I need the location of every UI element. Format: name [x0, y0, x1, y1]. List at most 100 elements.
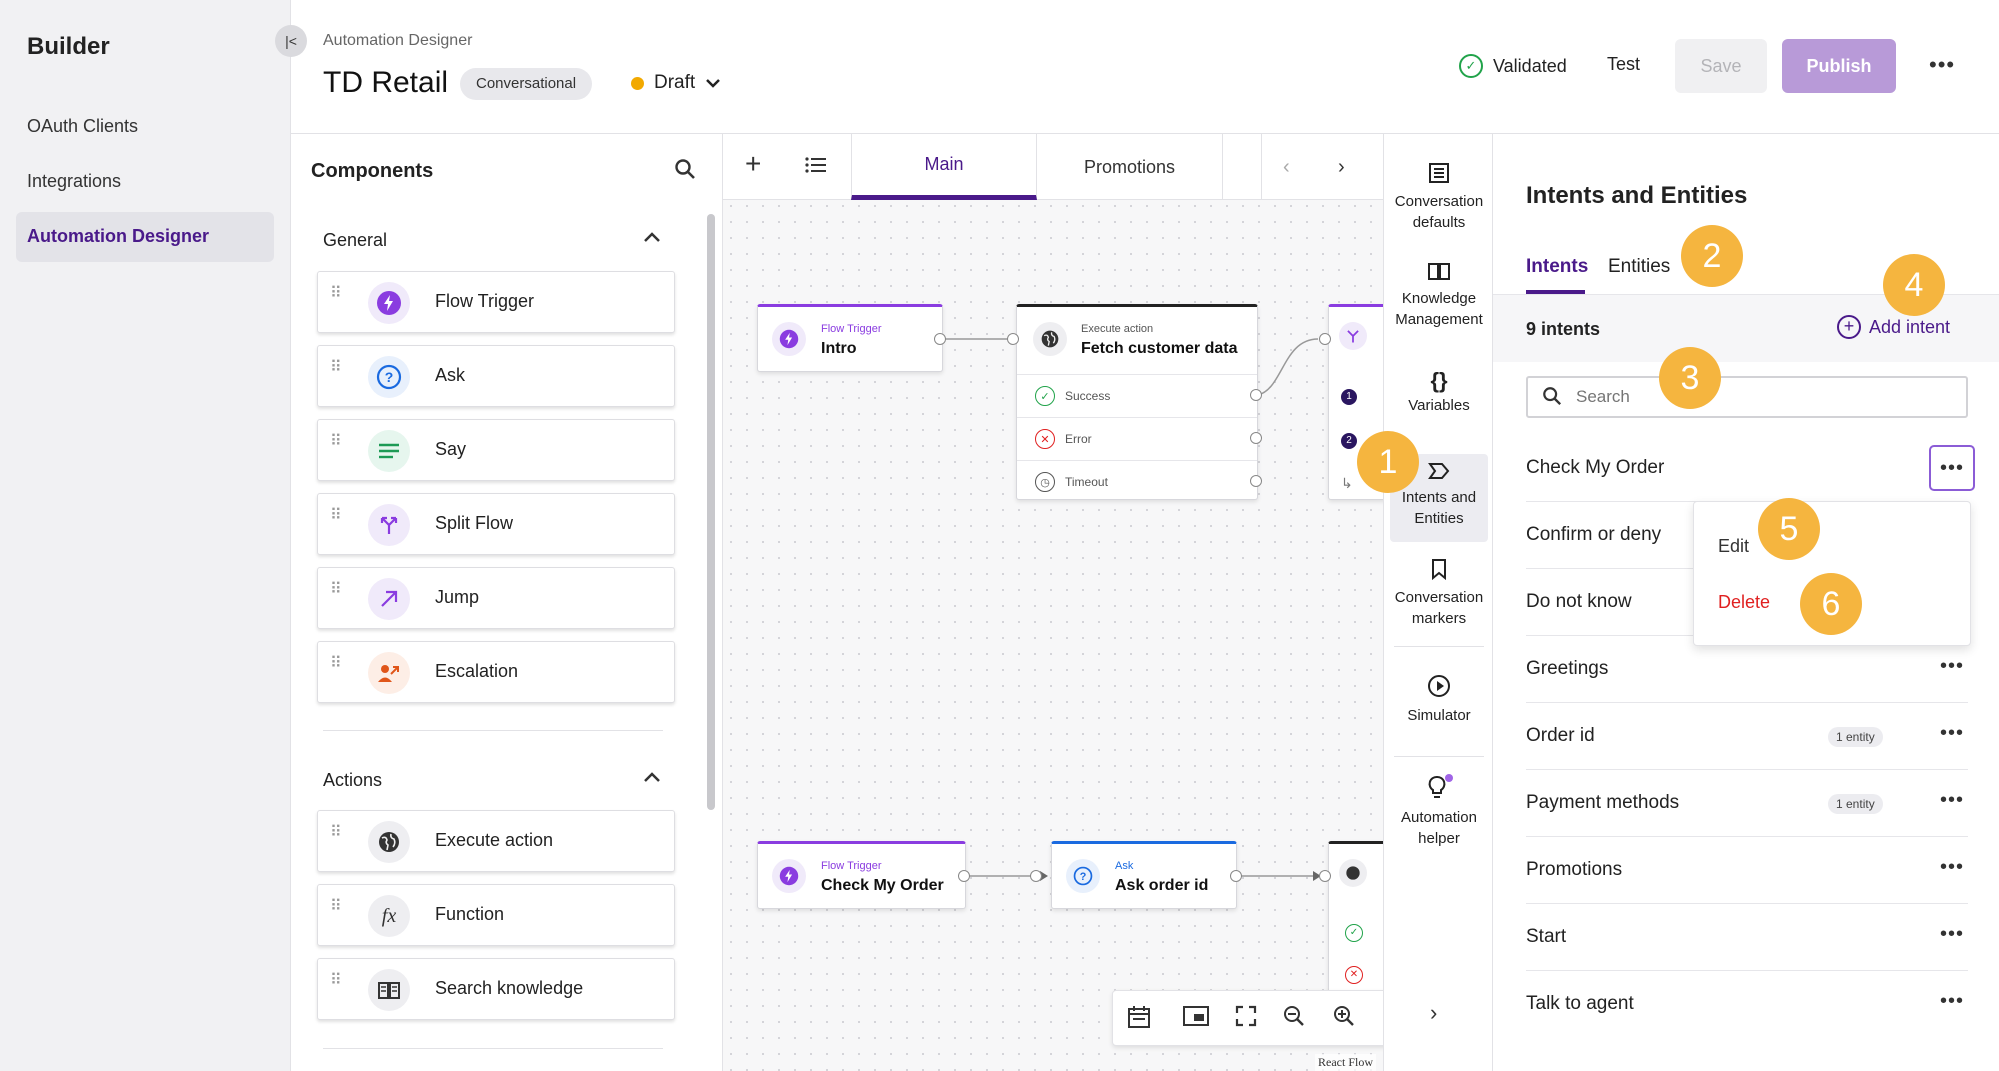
- intent-row[interactable]: Check My Order •••: [1526, 435, 1975, 502]
- rail-simulator[interactable]: Simulator: [1390, 674, 1488, 726]
- component-escalation[interactable]: ⠿ Escalation: [317, 641, 675, 703]
- flow-canvas[interactable]: + Main Promotions ‹ › Flow Trigger Intro…: [723, 134, 1383, 1071]
- component-ask[interactable]: ⠿ ? Ask: [317, 345, 675, 407]
- node-fetch-customer-data[interactable]: Execute action Fetch customer data ✓ Suc…: [1016, 304, 1258, 500]
- save-button[interactable]: Save: [1675, 39, 1767, 93]
- intent-more-button[interactable]: •••: [1929, 445, 1975, 491]
- drag-handle-icon[interactable]: ⠿: [330, 582, 344, 598]
- intent-row[interactable]: Payment methods 1 entity •••: [1526, 770, 1968, 837]
- drag-handle-icon[interactable]: ⠿: [330, 825, 344, 841]
- output-port[interactable]: [1250, 389, 1262, 401]
- more-options-button[interactable]: •••: [1929, 52, 1955, 78]
- intent-more-button[interactable]: •••: [1940, 789, 1964, 812]
- minimap-icon[interactable]: [1183, 1005, 1209, 1033]
- intent-more-button[interactable]: •••: [1940, 856, 1964, 879]
- component-label: Search knowledge: [435, 978, 584, 998]
- components-scrollbar[interactable]: [707, 214, 715, 810]
- input-port[interactable]: [1007, 333, 1019, 345]
- intent-more-button[interactable]: •••: [1940, 655, 1964, 678]
- publish-button[interactable]: Publish: [1782, 39, 1896, 93]
- type-chip: Conversational: [460, 68, 593, 100]
- input-port[interactable]: [1319, 870, 1331, 882]
- drag-handle-icon[interactable]: ⠿: [330, 434, 344, 450]
- react-flow-attribution[interactable]: React Flow: [1315, 1054, 1376, 1071]
- intent-row[interactable]: Promotions •••: [1526, 837, 1968, 904]
- section-actions[interactable]: Actions: [323, 770, 382, 791]
- input-port[interactable]: [1030, 870, 1042, 882]
- node-ask-order-id[interactable]: ? Ask Ask order id: [1051, 841, 1237, 909]
- output-port[interactable]: [1230, 870, 1242, 882]
- zoom-in-icon[interactable]: [1333, 1005, 1355, 1033]
- collapse-sidebar-button[interactable]: |<: [275, 25, 307, 57]
- nav-item-automation-designer[interactable]: Automation Designer: [16, 212, 274, 262]
- intent-row[interactable]: Talk to agent •••: [1526, 971, 1968, 1038]
- callout-badge: 4: [1883, 254, 1945, 316]
- intent-row[interactable]: Order id 1 entity •••: [1526, 703, 1968, 770]
- component-flow-trigger[interactable]: ⠿ Flow Trigger: [317, 271, 675, 333]
- zoom-out-icon[interactable]: [1283, 1005, 1305, 1033]
- section-general[interactable]: General: [323, 230, 387, 251]
- lightning-icon: [368, 282, 410, 324]
- drag-handle-icon[interactable]: ⠿: [330, 899, 344, 915]
- intent-more-button[interactable]: •••: [1940, 923, 1964, 946]
- nav-item-oauth-clients[interactable]: OAuth Clients: [16, 102, 274, 152]
- node-check-my-order[interactable]: Flow Trigger Check My Order: [757, 841, 966, 909]
- collapse-left-icon: |<: [285, 33, 297, 49]
- rail-automation-helper[interactable]: Automation helper: [1390, 774, 1488, 849]
- drag-handle-icon[interactable]: ⠿: [330, 360, 344, 376]
- component-function[interactable]: ⠿ fx Function: [317, 884, 675, 946]
- book-icon: [1390, 261, 1488, 284]
- fit-view-icon[interactable]: [1235, 1005, 1257, 1033]
- test-button[interactable]: Test: [1607, 54, 1640, 75]
- rail-conversation-defaults[interactable]: Conversation defaults: [1390, 162, 1488, 233]
- node-name: Ask order id: [1115, 877, 1209, 894]
- component-split-flow[interactable]: ⠿ Split Flow: [317, 493, 675, 555]
- globe-icon: [1033, 322, 1067, 356]
- output-port[interactable]: [934, 333, 946, 345]
- intent-row[interactable]: Greetings •••: [1526, 636, 1968, 703]
- intent-more-button[interactable]: •••: [1940, 990, 1964, 1013]
- calendar-icon[interactable]: [1127, 1005, 1151, 1035]
- node-kind: Flow Trigger: [821, 323, 882, 335]
- component-execute-action[interactable]: ⠿ Execute action: [317, 810, 675, 872]
- output-port[interactable]: [1250, 475, 1262, 487]
- output-port[interactable]: [958, 870, 970, 882]
- status-dropdown[interactable]: Draft: [631, 72, 721, 94]
- intent-row[interactable]: Start •••: [1526, 904, 1968, 971]
- add-intent-button[interactable]: + Add intent: [1837, 315, 1950, 339]
- component-say[interactable]: ⠿ Say: [317, 419, 675, 481]
- drag-handle-icon[interactable]: ⠿: [330, 286, 344, 302]
- input-port[interactable]: [1319, 333, 1331, 345]
- edit-menu-item[interactable]: Edit: [1718, 536, 1749, 557]
- intent-name: Do not know: [1526, 591, 1632, 612]
- intent-more-button[interactable]: •••: [1940, 722, 1964, 745]
- drag-handle-icon[interactable]: ⠿: [330, 973, 344, 989]
- output-timeout[interactable]: ◷ Timeout: [1017, 460, 1257, 502]
- search-icon[interactable]: [674, 158, 696, 186]
- chevron-up-icon[interactable]: [643, 230, 661, 248]
- node-intro[interactable]: Flow Trigger Intro: [757, 304, 943, 372]
- intent-name: Order id: [1526, 725, 1595, 746]
- rail-knowledge-management[interactable]: Knowledge Management: [1390, 261, 1488, 330]
- rail-conversation-markers[interactable]: Conversation markers: [1390, 558, 1488, 629]
- error-circle-icon: ✕: [1035, 429, 1055, 449]
- drag-handle-icon[interactable]: ⠿: [330, 656, 344, 672]
- drag-handle-icon[interactable]: ⠿: [330, 508, 344, 524]
- expand-rail-icon[interactable]: ›: [1430, 1000, 1437, 1026]
- output-port[interactable]: [1250, 432, 1262, 444]
- error-circle-icon: ✕: [1345, 966, 1363, 984]
- panel-title: Intents and Entities: [1526, 182, 1748, 209]
- chevron-up-icon[interactable]: [643, 770, 661, 788]
- nav-item-integrations[interactable]: Integrations: [16, 157, 274, 207]
- output-success[interactable]: ✓ Success: [1017, 374, 1257, 416]
- breadcrumb[interactable]: Automation Designer: [323, 32, 472, 50]
- component-jump[interactable]: ⠿ Jump: [317, 567, 675, 629]
- component-label: Function: [435, 904, 505, 924]
- component-search-knowledge[interactable]: ⠿ Search knowledge: [317, 958, 675, 1020]
- tab-intents[interactable]: Intents: [1526, 256, 1588, 278]
- tab-entities[interactable]: Entities: [1608, 256, 1670, 278]
- output-error[interactable]: ✕ Error: [1017, 417, 1257, 459]
- intent-search-input[interactable]: [1526, 376, 1968, 418]
- rail-variables[interactable]: {} Variables: [1390, 370, 1488, 416]
- delete-menu-item[interactable]: Delete: [1718, 592, 1770, 613]
